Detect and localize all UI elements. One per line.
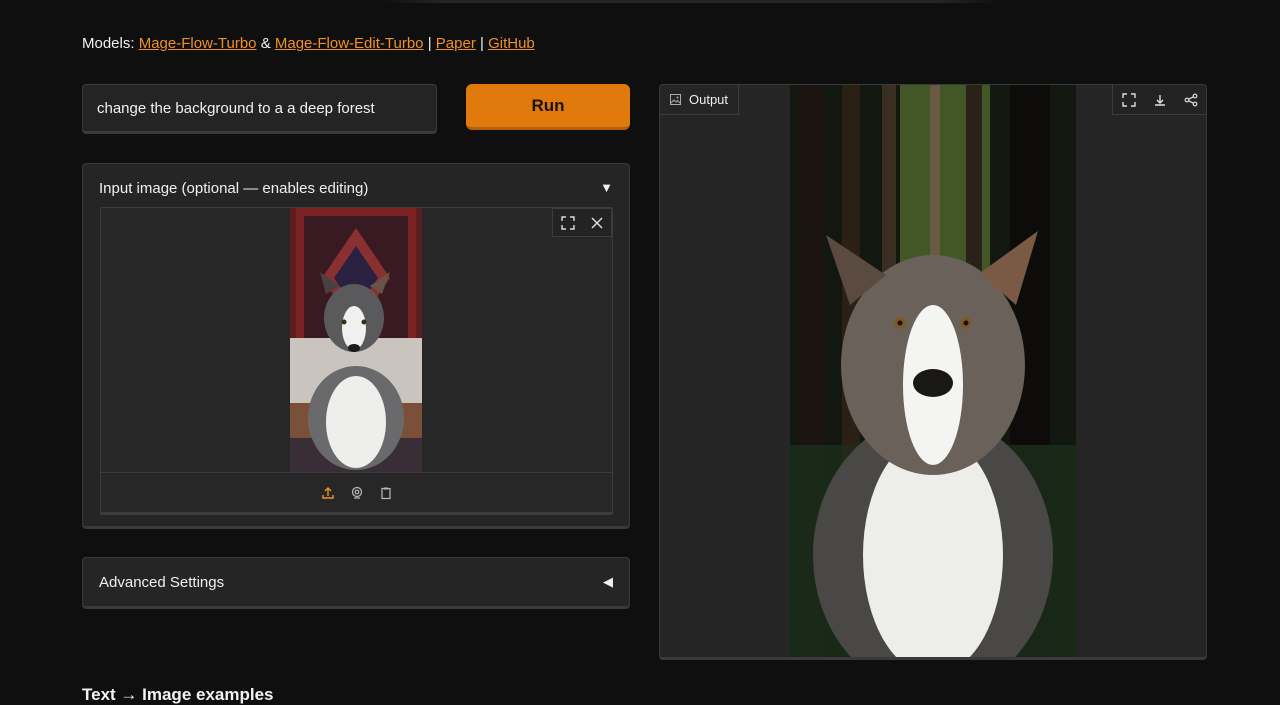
close-icon[interactable] (590, 216, 604, 230)
run-button[interactable]: Run (466, 84, 630, 130)
models-label: Models: (82, 35, 135, 52)
output-label: Output (660, 85, 740, 115)
upload-source-bar (101, 484, 612, 502)
output-toolbar (1112, 85, 1206, 115)
output-image[interactable] (790, 85, 1076, 657)
fullscreen-icon[interactable] (560, 215, 575, 230)
input-image-preview (290, 208, 422, 472)
examples-section-title: Text → Image examples (82, 685, 274, 704)
collapse-toggle-icon[interactable]: ▼ (600, 180, 613, 195)
output-panel: Output (659, 84, 1207, 660)
input-image-toolbar (552, 208, 612, 237)
webcam-icon[interactable] (350, 484, 364, 502)
image-upload-area[interactable] (100, 207, 613, 515)
link-paper[interactable]: Paper (436, 35, 476, 52)
expand-toggle-icon: ◀ (603, 574, 613, 589)
link-github[interactable]: GitHub (488, 35, 535, 52)
models-line: Models: Mage-Flow-Turbo & Mage-Flow-Edit… (82, 35, 535, 52)
upload-icon[interactable] (321, 484, 335, 502)
share-icon[interactable] (1184, 93, 1198, 107)
input-image-title[interactable]: Input image (optional — enables editing) (99, 180, 368, 197)
output-label-text: Output (689, 92, 729, 107)
link-mage-flow-turbo[interactable]: Mage-Flow-Turbo (139, 35, 257, 52)
clipboard-icon[interactable] (379, 484, 393, 502)
link-mage-flow-edit-turbo[interactable]: Mage-Flow-Edit-Turbo (275, 35, 424, 52)
prompt-input[interactable] (83, 85, 436, 131)
input-image-accordion: Input image (optional — enables editing)… (82, 163, 630, 529)
dog-in-forest-image (790, 85, 1076, 657)
pipe-separator: | (479, 35, 484, 52)
fullscreen-icon[interactable] (1121, 92, 1136, 107)
dog-on-rug-image (290, 208, 422, 472)
amp-separator: & (260, 35, 271, 52)
prompt-field[interactable] (82, 84, 437, 134)
image-icon (670, 94, 681, 105)
truncated-description-text (380, 0, 1000, 3)
pipe-separator: | (427, 35, 432, 52)
advanced-settings-label: Advanced Settings (99, 574, 225, 591)
advanced-settings-accordion[interactable]: Advanced Settings ◀ (82, 557, 630, 609)
divider (101, 472, 612, 473)
download-icon[interactable] (1153, 93, 1167, 107)
